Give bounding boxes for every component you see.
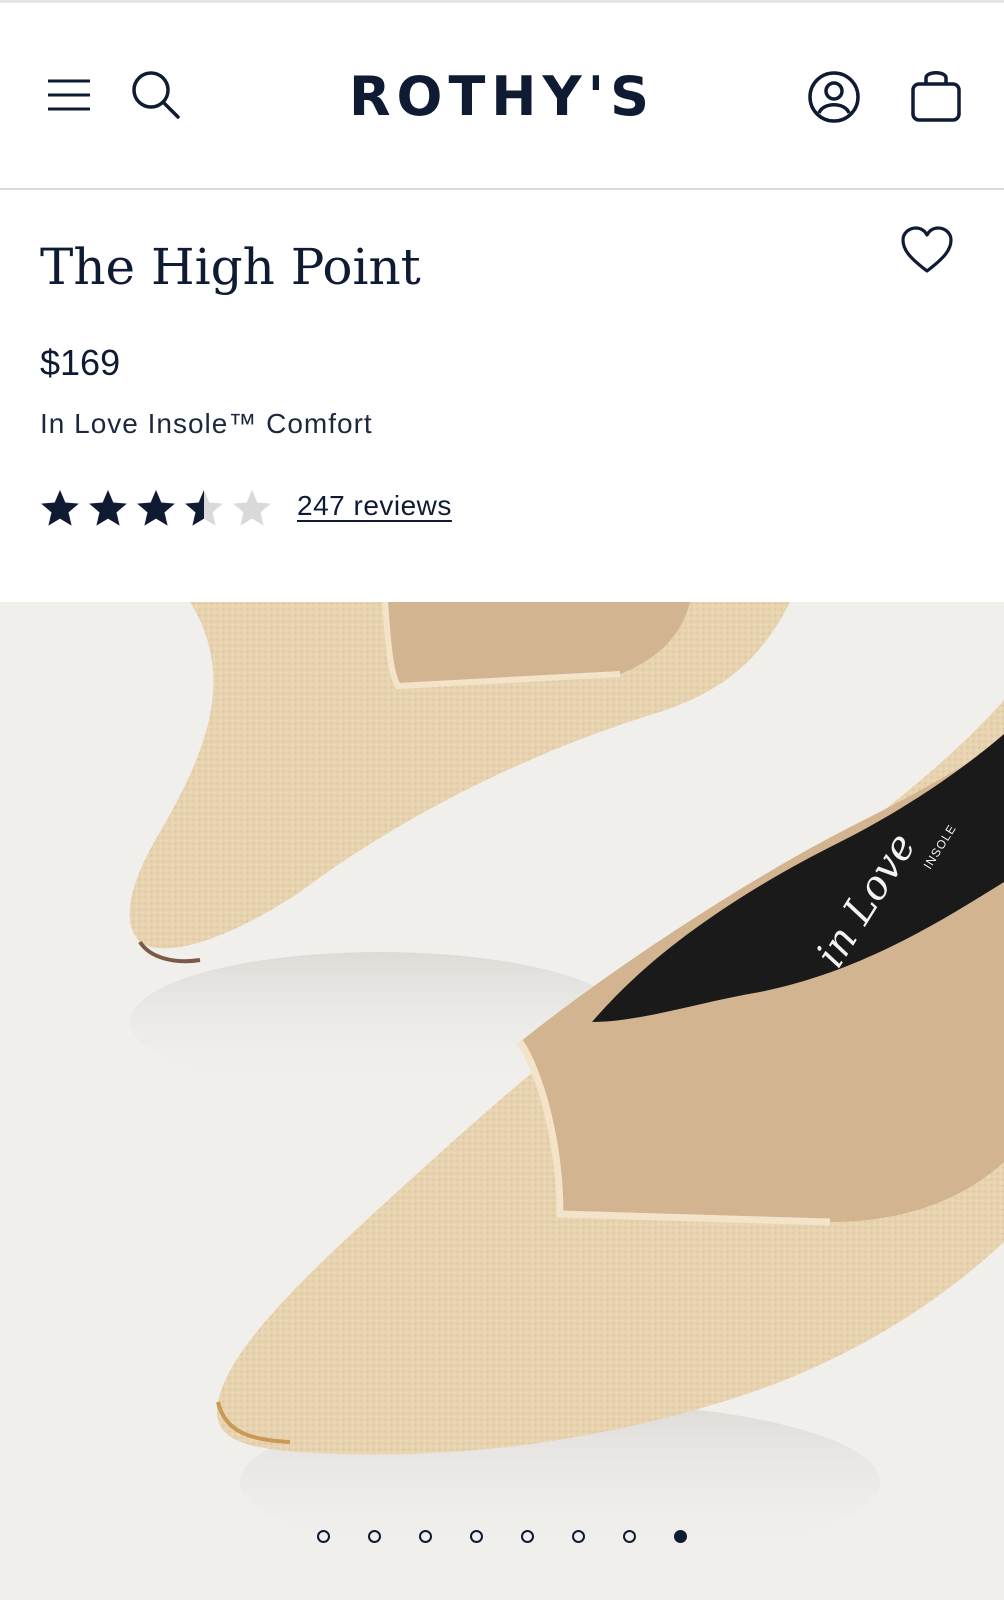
account-icon xyxy=(808,71,860,123)
cart-button[interactable] xyxy=(908,65,964,125)
product-tagline: In Love Insole™ Comfort xyxy=(40,408,373,439)
carousel-dot[interactable] xyxy=(623,1530,636,1543)
menu-icon xyxy=(48,79,90,111)
bag-icon xyxy=(911,71,961,122)
star-icon xyxy=(89,490,127,526)
product-image[interactable]: in Love INSOLE xyxy=(0,602,1004,1600)
site-header: ROTHY'S xyxy=(0,3,1004,188)
star-icon xyxy=(41,490,79,526)
heart-icon xyxy=(901,226,953,273)
carousel-dot[interactable] xyxy=(470,1530,483,1543)
carousel-dot[interactable] xyxy=(419,1530,432,1543)
carousel-dot[interactable] xyxy=(674,1530,687,1543)
carousel-dot[interactable] xyxy=(572,1530,585,1543)
star-icon xyxy=(137,490,175,526)
product-title: The High Point xyxy=(40,238,421,296)
star-rating xyxy=(40,488,280,528)
wishlist-button[interactable] xyxy=(898,222,956,280)
account-button[interactable] xyxy=(806,69,862,125)
shoe-illustration: in Love INSOLE xyxy=(0,602,1004,1600)
brand-logo[interactable]: ROTHY'S xyxy=(330,65,674,128)
carousel-dot[interactable] xyxy=(521,1530,534,1543)
reviews-link[interactable]: 247 reviews xyxy=(297,490,452,522)
header-divider xyxy=(0,188,1004,190)
search-button[interactable] xyxy=(128,67,184,123)
carousel-dot[interactable] xyxy=(317,1530,330,1543)
product-price: $169 xyxy=(40,342,121,383)
search-icon xyxy=(132,71,180,119)
carousel-dots xyxy=(0,1530,1004,1543)
carousel-dot[interactable] xyxy=(368,1530,381,1543)
star-icon xyxy=(185,490,223,526)
menu-button[interactable] xyxy=(44,73,94,117)
star-icon xyxy=(233,490,271,526)
